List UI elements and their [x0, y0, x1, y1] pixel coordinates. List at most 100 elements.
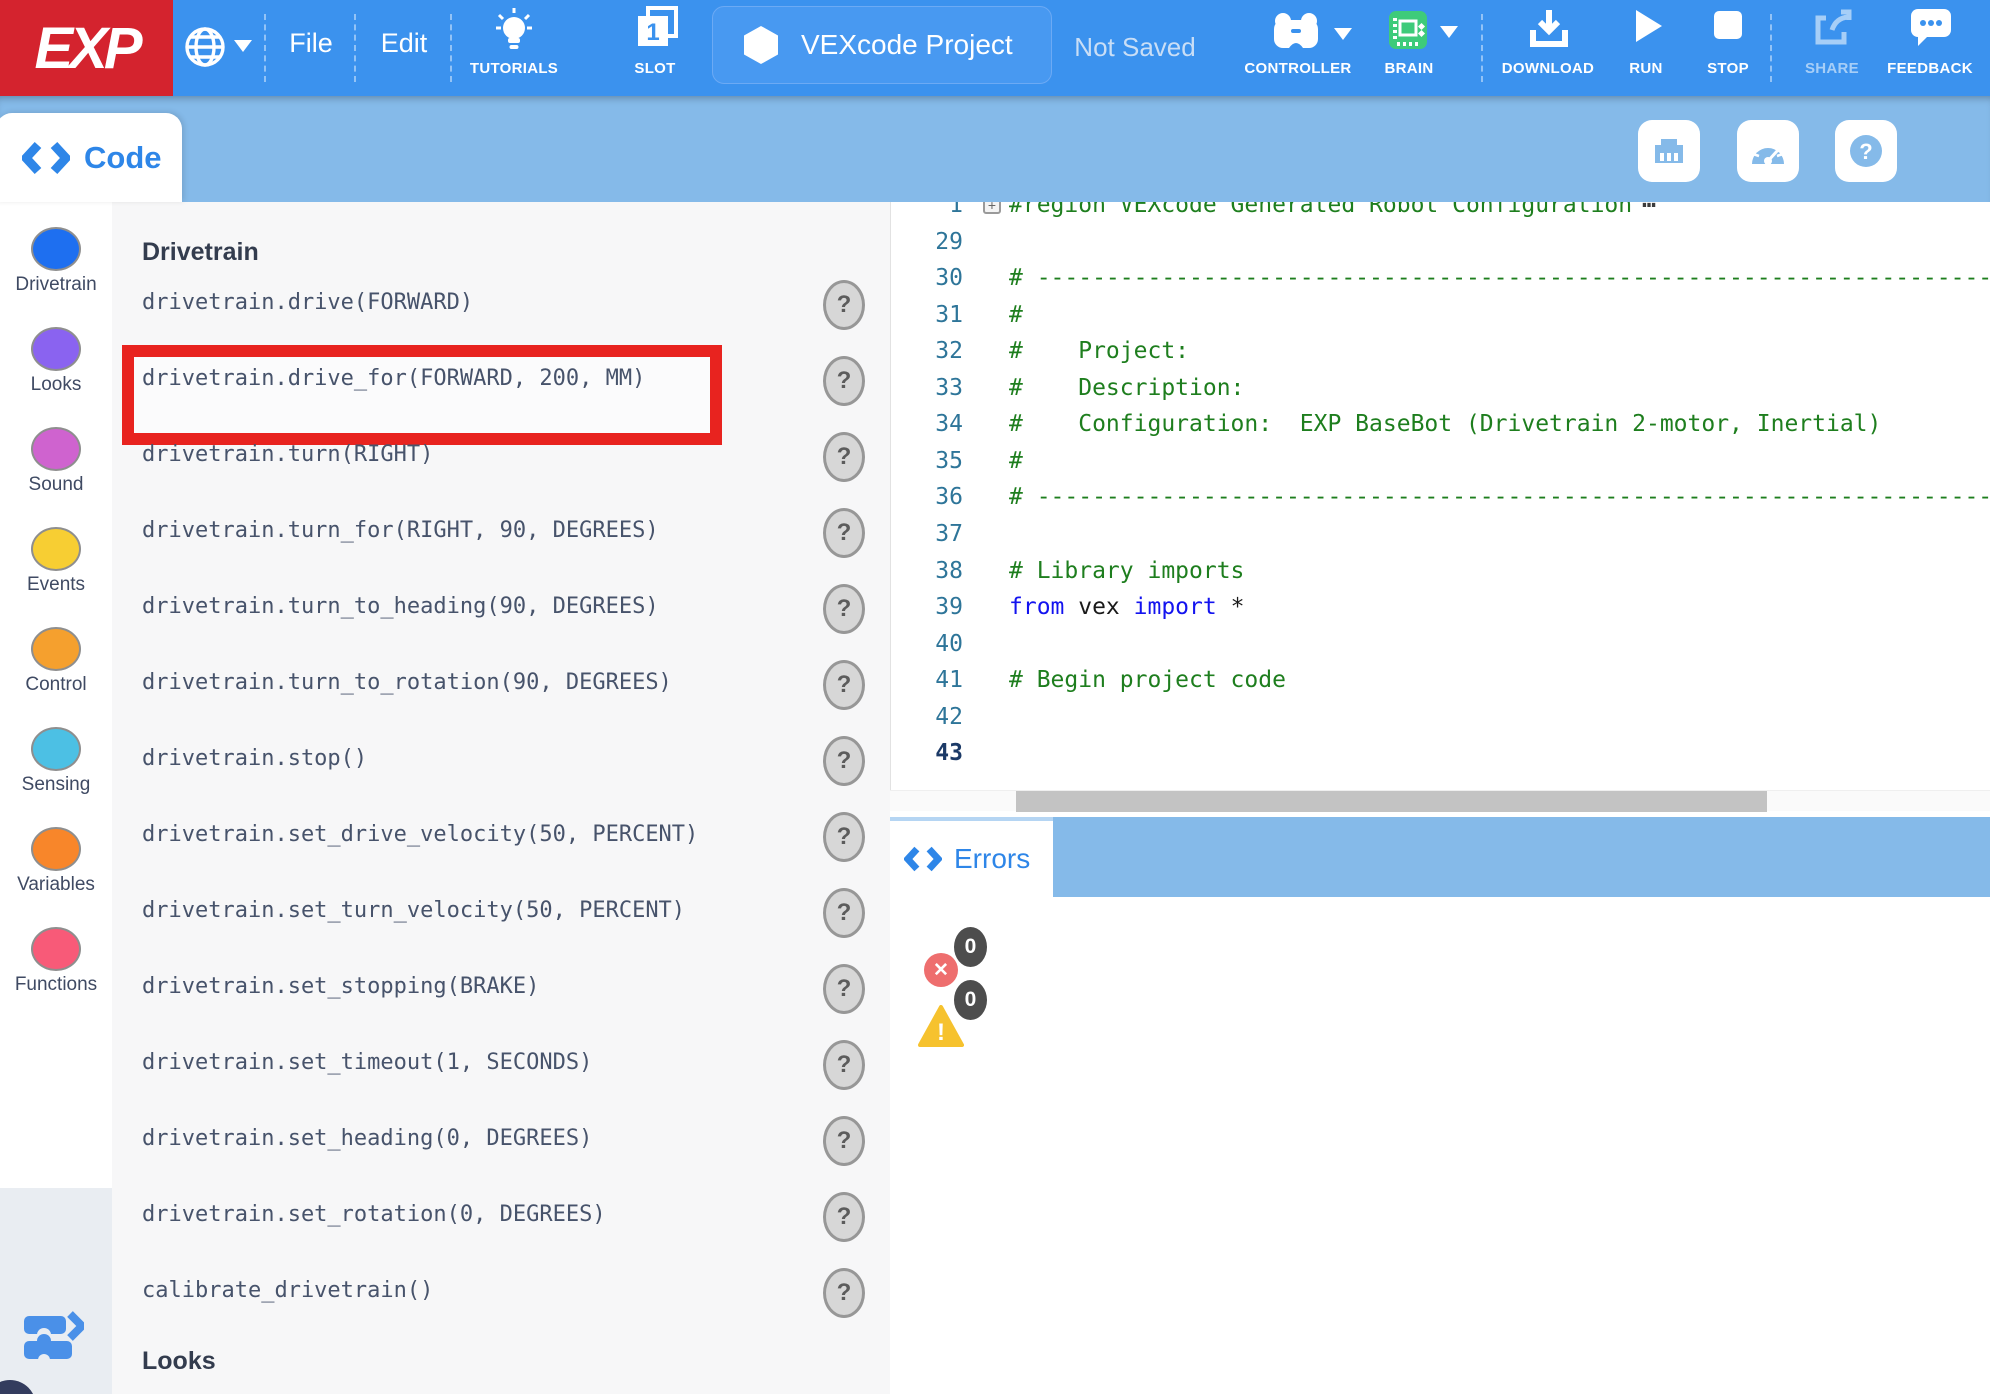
command-help-button[interactable]: ? — [823, 1192, 865, 1242]
command-text[interactable]: drivetrain.stop() — [142, 746, 367, 771]
editor-horizontal-scrollbar[interactable] — [890, 790, 1990, 811]
command-text[interactable]: drivetrain.set_stopping(BRAKE) — [142, 974, 539, 999]
command-text[interactable]: drivetrain.set_rotation(0, DEGREES) — [142, 1202, 606, 1227]
command-text[interactable]: drivetrain.set_timeout(1, SECONDS) — [142, 1050, 592, 1075]
slot-button[interactable]: 1 SLOT — [612, 0, 698, 96]
command-row[interactable]: drivetrain.drive(FORWARD)? — [112, 285, 890, 325]
help-button[interactable]: ? — [1835, 120, 1897, 182]
sidebar-item-variables[interactable]: Variables — [0, 827, 112, 896]
command-row[interactable]: drivetrain.set_rotation(0, DEGREES)? — [112, 1197, 890, 1237]
code-line[interactable]: 30# ------------------------------------… — [891, 261, 1990, 298]
share-button[interactable]: SHARE — [1790, 0, 1874, 96]
command-help-button[interactable]: ? — [823, 584, 865, 634]
error-icon: ✕ — [924, 953, 958, 987]
code-line[interactable]: 35# — [891, 444, 1990, 481]
tab-errors[interactable]: Errors — [890, 817, 1053, 897]
code-segment-keyword: from — [1009, 594, 1064, 620]
command-row[interactable]: drivetrain.set_drive_velocity(50, PERCEN… — [112, 817, 890, 857]
category-circle — [31, 927, 81, 971]
command-row[interactable]: drivetrain.stop()? — [112, 741, 890, 781]
command-help-button[interactable]: ? — [823, 356, 865, 406]
category-circle — [31, 527, 81, 571]
command-help-button[interactable]: ? — [823, 660, 865, 710]
sidebar-item-sensing[interactable]: Sensing — [0, 727, 112, 796]
sidebar-item-events[interactable]: Events — [0, 527, 112, 596]
brain-button[interactable]: BRAIN — [1374, 0, 1444, 96]
command-row[interactable]: drivetrain.set_heading(0, DEGREES)? — [112, 1121, 890, 1161]
command-text[interactable]: drivetrain.drive_for(FORWARD, 200, MM) — [142, 366, 645, 391]
command-text[interactable]: drivetrain.set_turn_velocity(50, PERCENT… — [142, 898, 685, 923]
sidebar-item-drivetrain[interactable]: Drivetrain — [0, 227, 112, 296]
command-row[interactable]: drivetrain.drive_for(FORWARD, 200, MM)? — [112, 361, 890, 401]
command-text[interactable]: drivetrain.set_heading(0, DEGREES) — [142, 1126, 592, 1151]
editor-horizontal-scrollbar-thumb[interactable] — [1016, 791, 1767, 812]
stop-button[interactable]: STOP — [1690, 0, 1766, 96]
command-text[interactable]: drivetrain.drive(FORWARD) — [142, 290, 473, 315]
code-line[interactable]: 43 — [891, 736, 1990, 773]
slot-pages-icon: 1 — [636, 6, 680, 52]
command-help-button[interactable]: ? — [823, 812, 865, 862]
command-help-button[interactable]: ? — [823, 508, 865, 558]
code-line[interactable]: 36# ------------------------------------… — [891, 480, 1990, 517]
stop-label: STOP — [1690, 60, 1766, 77]
file-menu[interactable]: File — [270, 28, 352, 59]
download-button[interactable]: DOWNLOAD — [1496, 0, 1600, 96]
edit-menu[interactable]: Edit — [363, 28, 445, 59]
command-row[interactable]: drivetrain.set_turn_velocity(50, PERCENT… — [112, 893, 890, 933]
command-row[interactable]: drivetrain.turn_to_heading(90, DEGREES)? — [112, 589, 890, 629]
code-line[interactable]: 41# Begin project code — [891, 663, 1990, 700]
robot-config-button[interactable] — [1638, 120, 1700, 182]
dashboard-button[interactable] — [1737, 120, 1799, 182]
code-text: # --------------------------------------… — [1009, 265, 1990, 291]
code-line[interactable]: 1+#region VEXcode Generated Robot Config… — [891, 202, 1990, 225]
command-help-button[interactable]: ? — [823, 964, 865, 1014]
device-port-icon — [1651, 133, 1687, 169]
command-help-button[interactable]: ? — [823, 888, 865, 938]
command-text[interactable]: drivetrain.turn(RIGHT) — [142, 442, 433, 467]
command-row[interactable]: drivetrain.turn(RIGHT)? — [112, 437, 890, 477]
command-help-button[interactable]: ? — [823, 736, 865, 786]
code-line[interactable]: 39from vex import * — [891, 590, 1990, 627]
brain-label: BRAIN — [1374, 60, 1444, 77]
code-line[interactable]: 40 — [891, 627, 1990, 664]
sidebar-item-functions[interactable]: Functions — [0, 927, 112, 996]
command-text[interactable]: calibrate_drivetrain() — [142, 1278, 433, 1303]
code-segment-comment: # Begin project code — [1009, 667, 1286, 693]
sidebar-item-control[interactable]: Control — [0, 627, 112, 696]
command-help-button[interactable]: ? — [823, 432, 865, 482]
code-editor[interactable]: 1+#region VEXcode Generated Robot Config… — [890, 202, 1990, 790]
command-row[interactable]: drivetrain.turn_for(RIGHT, 90, DEGREES)? — [112, 513, 890, 553]
command-row[interactable]: drivetrain.set_stopping(BRAKE)? — [112, 969, 890, 1009]
controller-button[interactable]: CONTROLLER — [1236, 0, 1360, 96]
command-text[interactable]: drivetrain.turn_for(RIGHT, 90, DEGREES) — [142, 518, 659, 543]
command-help-button[interactable]: ? — [823, 1040, 865, 1090]
sidebar-item-sound[interactable]: Sound — [0, 427, 112, 496]
command-row[interactable]: calibrate_drivetrain()? — [112, 1273, 890, 1313]
code-line[interactable]: 31# — [891, 298, 1990, 335]
sidebar-item-looks[interactable]: Looks — [0, 327, 112, 396]
command-help-button[interactable]: ? — [823, 1116, 865, 1166]
tutorials-button[interactable]: TUTORIALS — [456, 0, 572, 96]
line-number: 1 — [891, 202, 963, 218]
code-line[interactable]: 42 — [891, 700, 1990, 737]
command-text[interactable]: drivetrain.turn_to_rotation(90, DEGREES) — [142, 670, 672, 695]
run-button[interactable]: RUN — [1608, 0, 1684, 96]
code-line[interactable]: 33# Description: — [891, 371, 1990, 408]
command-text[interactable]: drivetrain.set_drive_velocity(50, PERCEN… — [142, 822, 698, 847]
command-row[interactable]: drivetrain.set_timeout(1, SECONDS)? — [112, 1045, 890, 1085]
tab-code[interactable]: Code — [0, 113, 182, 202]
command-text[interactable]: drivetrain.turn_to_heading(90, DEGREES) — [142, 594, 659, 619]
project-name-button[interactable]: VEXcode Project — [712, 6, 1052, 84]
code-line[interactable]: 34# Configuration: EXP BaseBot (Drivetra… — [891, 407, 1990, 444]
command-row[interactable]: drivetrain.turn_to_rotation(90, DEGREES)… — [112, 665, 890, 705]
code-line[interactable]: 37 — [891, 517, 1990, 554]
command-help-button[interactable]: ? — [823, 1268, 865, 1318]
code-line[interactable]: 38# Library imports — [891, 554, 1990, 591]
fold-toggle-icon[interactable]: + — [983, 202, 1001, 214]
code-line[interactable]: 32# Project: — [891, 334, 1990, 371]
command-help-button[interactable]: ? — [823, 280, 865, 330]
code-line[interactable]: 29 — [891, 225, 1990, 262]
feedback-button[interactable]: FEEDBACK — [1880, 0, 1980, 96]
language-menu[interactable] — [180, 0, 260, 96]
convert-to-blocks-button[interactable] — [22, 1308, 84, 1367]
